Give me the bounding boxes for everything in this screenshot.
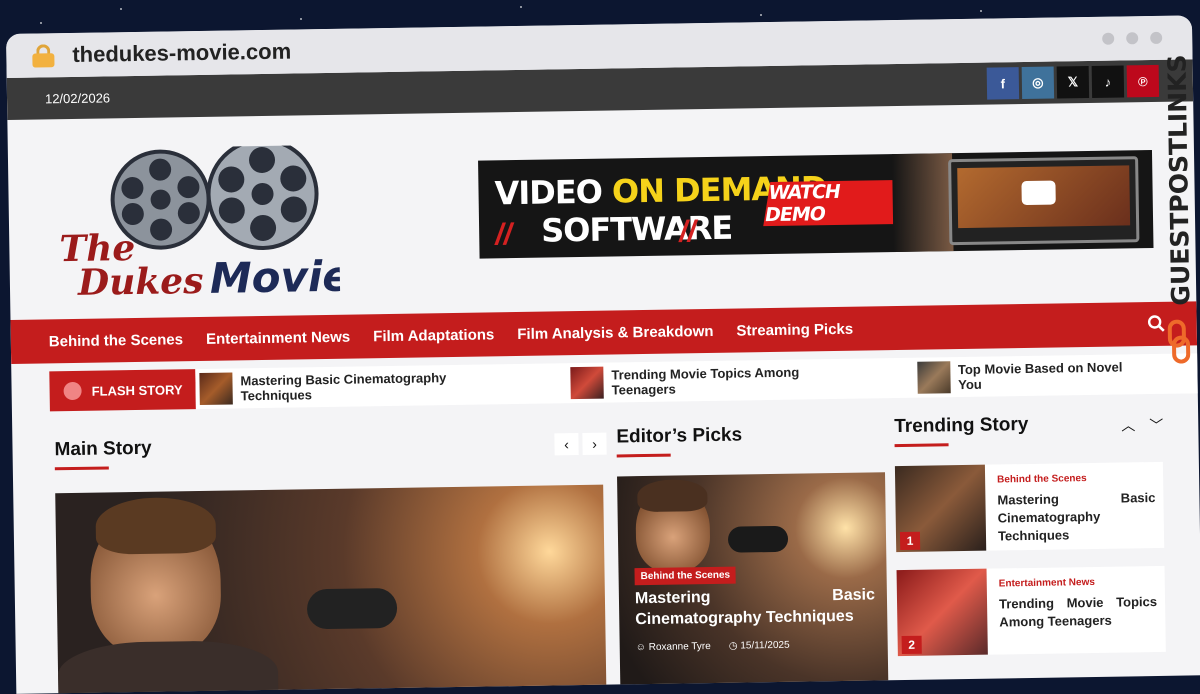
ticker-title[interactable]: Mastering Basic Cinematography Technique… xyxy=(240,369,513,403)
chevron-left-icon[interactable]: ‹ xyxy=(554,433,579,456)
main-story-heading: Main Story xyxy=(54,437,152,461)
rank-badge: 1 xyxy=(899,531,921,551)
instagram-icon[interactable]: ◎ xyxy=(1021,66,1055,100)
logo-text-movie: Movie xyxy=(209,252,340,303)
trending-story-heading: Trending Story xyxy=(894,413,1029,438)
category-badge[interactable]: Behind the Scenes xyxy=(634,566,737,586)
heading-underline xyxy=(894,443,949,448)
trending-thumbnail[interactable]: 2 xyxy=(896,568,988,657)
trending-thumbnail[interactable]: 1 xyxy=(894,464,987,553)
banner-stripes-icon: // xyxy=(678,215,697,249)
record-icon xyxy=(63,381,82,401)
browser-window: thedukes-movie.com 12/02/2026 f ◎ 𝕏 ♪ ℗ xyxy=(6,15,1200,694)
editors-picks-heading: Editor’s Picks xyxy=(616,424,743,448)
window-dot-icon[interactable] xyxy=(1102,32,1115,45)
current-date: 12/02/2026 xyxy=(44,89,111,106)
ticker-item[interactable]: Trending Movie Topics Among Teenagers xyxy=(566,363,859,400)
site-logo[interactable]: The Dukes Movie xyxy=(48,144,340,310)
laptop-image xyxy=(948,156,1140,246)
lock-icon xyxy=(32,44,55,68)
window-controls xyxy=(1102,31,1163,45)
banner-stripes-icon: // xyxy=(494,218,513,252)
content-area: Main Story ‹ › Editor’s Picks Behind the… xyxy=(12,401,1200,694)
chevron-right-icon[interactable]: › xyxy=(582,432,607,455)
logo-text-dukes: Dukes xyxy=(77,260,204,304)
window-dot-icon[interactable] xyxy=(1126,32,1139,45)
heading-underline xyxy=(616,453,671,458)
trending-title[interactable]: Mastering Basic Cinematography Technique… xyxy=(997,489,1156,545)
ticker-thumbnail[interactable] xyxy=(570,366,604,400)
film-reel-icon xyxy=(206,144,319,250)
trending-arrows: ︿ ﹀ xyxy=(1116,414,1168,437)
link-chain-icon xyxy=(1167,319,1191,364)
chevron-down-icon[interactable]: ﹀ xyxy=(1144,414,1168,436)
nav-item-film-analysis[interactable]: Film Analysis & Breakdown xyxy=(517,322,713,342)
article-meta: ☺ Roxanne Tyre ◷ 15/11/2025 xyxy=(636,640,790,653)
guestpostlinks-text: GUESTPOSTLINKS xyxy=(1162,54,1196,306)
ticker-thumbnail[interactable] xyxy=(916,361,951,394)
site-header: The Dukes Movie VIDEO ON DEMAND // SOFTW… xyxy=(7,101,1196,320)
ticker-item[interactable]: Mastering Basic Cinematography Technique… xyxy=(195,368,513,406)
author-name[interactable]: Roxanne Tyre xyxy=(649,641,711,653)
watch-demo-button[interactable]: WATCH DEMO xyxy=(763,179,901,227)
flash-story-label: FLASH STORY xyxy=(49,369,196,412)
chevron-up-icon[interactable]: ︿ xyxy=(1116,414,1140,436)
tiktok-icon[interactable]: ♪ xyxy=(1091,65,1125,98)
banner-line-2: SOFTWARE xyxy=(540,208,733,250)
nav-item-film-adaptations[interactable]: Film Adaptations xyxy=(373,326,494,345)
ticker-title[interactable]: Trending Movie Topics Among Teenagers xyxy=(611,364,859,398)
category-label[interactable]: Behind the Scenes xyxy=(997,472,1155,485)
ticker-thumbnail[interactable] xyxy=(199,372,233,406)
url-text[interactable]: thedukes-movie.com xyxy=(72,39,291,68)
nav-item-entertainment-news[interactable]: Entertainment News xyxy=(206,328,350,347)
guestpostlinks-badge: GUESTPOSTLINKS xyxy=(1158,54,1197,365)
ad-banner[interactable]: VIDEO ON DEMAND // SOFTWARE // WATCH DEM… xyxy=(478,150,1154,259)
trending-title[interactable]: Trending Movie Topics Among Teenagers xyxy=(999,593,1158,631)
publish-date: ◷ 15/11/2025 xyxy=(729,640,790,652)
rank-badge: 2 xyxy=(901,635,922,655)
social-links: f ◎ 𝕏 ♪ ℗ xyxy=(986,64,1160,100)
banner-photo xyxy=(891,153,954,253)
window-dot-icon[interactable] xyxy=(1150,31,1163,45)
editors-pick-card[interactable]: Behind the Scenes Mastering Basic Cinema… xyxy=(617,472,889,694)
heading-underline xyxy=(54,466,109,471)
trending-item[interactable]: 1 Behind the Scenes Mastering Basic Cinem… xyxy=(894,461,1165,553)
nav-item-behind-the-scenes[interactable]: Behind the Scenes xyxy=(49,331,183,350)
category-label[interactable]: Entertainment News xyxy=(999,576,1157,590)
play-icon xyxy=(1021,180,1056,206)
trending-item[interactable]: 2 Entertainment News Trending Movie Topic… xyxy=(896,565,1166,657)
facebook-icon[interactable]: f xyxy=(986,67,1020,100)
flash-ticker: Mastering Basic Cinematography Technique… xyxy=(195,353,1198,410)
ticker-title[interactable]: Top Movie Based on Novel You xyxy=(958,359,1144,393)
user-icon: ☺ xyxy=(635,641,649,654)
ticker-item[interactable]: Top Movie Based on Novel You xyxy=(913,358,1144,394)
author[interactable]: ☺ Roxanne Tyre xyxy=(636,641,711,653)
article-title[interactable]: Mastering Basic Cinematography Technique… xyxy=(635,584,876,630)
clock-icon: ◷ xyxy=(728,640,741,652)
x-icon[interactable]: 𝕏 xyxy=(1056,65,1090,99)
date-text: 15/11/2025 xyxy=(740,639,790,652)
pinterest-icon[interactable]: ℗ xyxy=(1126,64,1160,98)
main-story-arrows: ‹ › xyxy=(554,432,607,456)
main-story-image[interactable] xyxy=(55,484,607,694)
nav-item-streaming-picks[interactable]: Streaming Picks xyxy=(736,320,853,339)
